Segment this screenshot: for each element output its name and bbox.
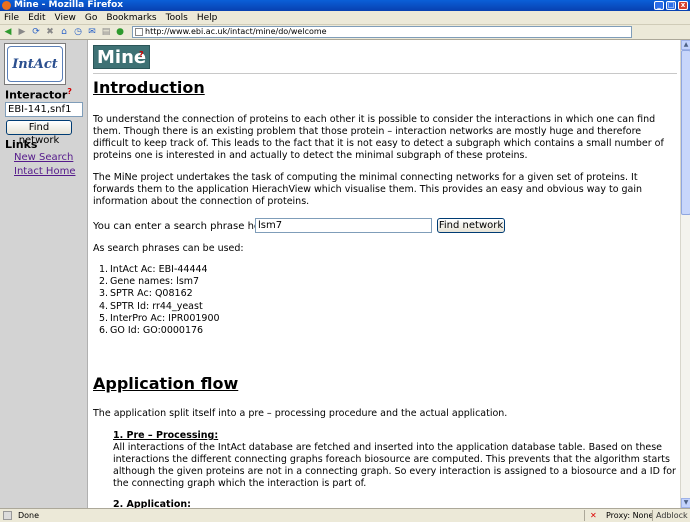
blocked-icon[interactable]: ✕ xyxy=(590,509,597,522)
intact-logo[interactable]: IntAct xyxy=(4,43,66,85)
menu-edit[interactable]: Edit xyxy=(28,13,45,23)
divider xyxy=(584,510,585,521)
preprocessing-text: All interactions of the IntAct database … xyxy=(113,442,676,489)
forward-icon[interactable]: ▶ xyxy=(16,26,28,38)
minimize-button[interactable]: _ xyxy=(654,1,664,10)
vertical-scrollbar[interactable]: ▲ ▼ xyxy=(680,40,690,508)
list-item: 4. SPTR Id: rr44_yeast xyxy=(99,300,203,312)
print-icon[interactable]: ▤ xyxy=(100,26,112,38)
list-item: 6. GO Id: GO:0000176 xyxy=(99,325,204,337)
search-phrases-intro: As search phrases can be used: xyxy=(93,243,244,254)
search-phrase-list: 1. IntAct Ac: EBI-44444 2. Gene names: lsm… xyxy=(99,264,220,337)
intact-home-link[interactable]: Intact Home xyxy=(14,166,75,177)
menu-go[interactable]: Go xyxy=(85,13,97,23)
list-item: 2. Gene names: lsm7 xyxy=(99,276,200,288)
search-label: You can enter a search phrase here: xyxy=(93,221,274,232)
menu-bar: File Edit View Go Bookmarks Tools Help xyxy=(0,11,690,24)
status-bar: Done ✕ Proxy: None Adblock xyxy=(0,508,690,522)
back-icon[interactable]: ◀ xyxy=(2,26,14,38)
maximize-button[interactable]: □ xyxy=(666,1,676,10)
reload-icon[interactable]: ⟳ xyxy=(30,26,42,38)
intro-paragraph-1: To understand the connection of proteins… xyxy=(93,114,664,161)
scroll-down-icon[interactable]: ▼ xyxy=(681,498,690,508)
interactor-heading: Interactor? xyxy=(5,87,72,102)
divider xyxy=(652,510,653,521)
scrollbar-thumb[interactable] xyxy=(681,50,690,215)
list-item: 5. InterPro Ac: IPR001900 xyxy=(99,312,220,324)
main-content: Mine ? Introduction To understand the co… xyxy=(89,40,680,508)
preprocessing-heading: 1. Pre – Processing: xyxy=(113,430,219,441)
scroll-up-icon[interactable]: ▲ xyxy=(681,40,690,50)
interactor-help-icon[interactable]: ? xyxy=(67,87,72,96)
page-content: IntAct Interactor? EBI-141,snf1 Find net… xyxy=(0,40,680,508)
proxy-status[interactable]: Proxy: None xyxy=(606,509,653,522)
address-text: http://www.ebi.ac.uk/intact/mine/do/welc… xyxy=(145,27,327,36)
title-bar: Mine - Mozilla Firefox _ □ x xyxy=(0,0,690,11)
home-icon[interactable]: ⌂ xyxy=(58,26,70,38)
address-bar[interactable]: http://www.ebi.ac.uk/intact/mine/do/welc… xyxy=(132,26,632,38)
firefox-icon xyxy=(2,1,11,10)
navigation-toolbar: ◀ ▶ ⟳ ✖ ⌂ ◷ ✉ ▤ ● http://www.ebi.ac.uk/i… xyxy=(0,24,690,40)
new-search-link[interactable]: New Search xyxy=(14,152,73,163)
divider xyxy=(93,73,677,74)
intro-paragraph-2: The MiNe project undertakes the task of … xyxy=(93,172,643,207)
list-item: 1. IntAct Ac: EBI-44444 xyxy=(99,264,208,275)
menu-bookmarks[interactable]: Bookmarks xyxy=(106,13,156,23)
application-flow-paragraph: The application split itself into a pre … xyxy=(93,408,508,419)
sidebar-find-network-button[interactable]: Find network xyxy=(6,120,72,146)
status-page-icon xyxy=(3,511,12,520)
links-heading: Links xyxy=(5,138,38,151)
browser-window: Mine - Mozilla Firefox _ □ x File Edit V… xyxy=(0,0,690,522)
find-network-button[interactable]: Find network xyxy=(437,218,505,233)
list-item: 3. SPTR Ac: Q08162 xyxy=(99,288,193,300)
interactor-input[interactable]: EBI-141,snf1 xyxy=(5,102,83,117)
menu-view[interactable]: View xyxy=(55,13,76,23)
menu-file[interactable]: File xyxy=(4,13,19,23)
stop-icon[interactable]: ✖ xyxy=(44,26,56,38)
menu-tools[interactable]: Tools xyxy=(166,13,188,23)
close-button[interactable]: x xyxy=(678,1,688,10)
page-icon xyxy=(135,28,143,36)
history-icon[interactable]: ◷ xyxy=(72,26,84,38)
mine-help-icon[interactable]: ? xyxy=(139,50,144,59)
application-heading: 2. Application: xyxy=(113,499,191,508)
mail-icon[interactable]: ✉ xyxy=(86,26,98,38)
search-input[interactable]: lsm7 xyxy=(255,218,432,233)
sidebar: IntAct Interactor? EBI-141,snf1 Find net… xyxy=(0,40,88,508)
interactor-heading-label: Interactor xyxy=(5,88,68,102)
status-text: Done xyxy=(18,511,40,520)
adblock-status[interactable]: Adblock xyxy=(656,509,688,522)
window-title: Mine - Mozilla Firefox xyxy=(14,0,124,10)
menu-help[interactable]: Help xyxy=(197,13,218,23)
lock-icon: ● xyxy=(116,27,124,37)
application-flow-heading: Application flow xyxy=(93,374,239,393)
introduction-heading: Introduction xyxy=(93,78,205,97)
intact-logo-text: IntAct xyxy=(7,46,63,82)
